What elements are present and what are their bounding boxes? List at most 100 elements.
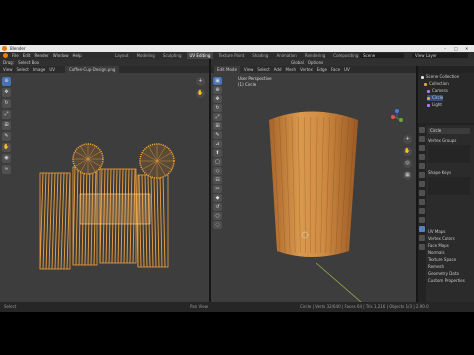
- section-remesh[interactable]: Remesh: [428, 264, 444, 270]
- grid-view-icon[interactable]: ▦: [403, 171, 412, 180]
- section-shape-keys[interactable]: Shape Keys: [428, 170, 451, 176]
- loopcut-icon[interactable]: ⊟: [213, 176, 222, 184]
- tab-uv-editing[interactable]: UV Editing: [186, 52, 214, 59]
- transform-icon[interactable]: ⊞: [213, 122, 222, 130]
- 3d-menu-view[interactable]: View: [244, 66, 254, 73]
- rotate-icon[interactable]: ↻: [213, 104, 222, 112]
- section-geometry-data[interactable]: Geometry Data: [428, 271, 459, 277]
- tab-sculpting[interactable]: Sculpting: [160, 52, 185, 59]
- 3d-menu-face[interactable]: Face: [331, 66, 340, 73]
- tab-layout[interactable]: Layout: [112, 52, 132, 59]
- particles-tab-icon[interactable]: [419, 199, 425, 205]
- shrink-icon[interactable]: ◌: [213, 221, 222, 229]
- section-vertex-groups[interactable]: Vertex Groups: [428, 138, 456, 144]
- tab-modeling[interactable]: Modeling: [134, 52, 158, 59]
- scene-selector[interactable]: Scene: [360, 53, 404, 58]
- transform-orientation[interactable]: Global: [291, 59, 304, 66]
- texture-tab-icon[interactable]: [419, 244, 425, 250]
- select-box-dropdown[interactable]: Select Box: [18, 59, 39, 66]
- annotate-icon[interactable]: ✎: [2, 132, 11, 141]
- 3d-menu-select[interactable]: Select: [257, 66, 269, 73]
- data-tab-icon[interactable]: [419, 226, 425, 232]
- polybuild-icon[interactable]: ◆: [213, 194, 222, 202]
- grab-icon[interactable]: ✋: [2, 143, 11, 152]
- outliner-row[interactable]: Collection: [424, 81, 449, 87]
- scale-icon[interactable]: ⤢: [2, 110, 11, 119]
- physics-tab-icon[interactable]: [419, 208, 425, 214]
- 3d-viewport[interactable]: User Perspective (1) Circle ▣ ⊕ ✥ ↻ ⤢ ⊞ ✎ ⊿ ⬆ ▢ ◇ ⊟…: [211, 73, 416, 302]
- menu-window[interactable]: Window: [53, 52, 69, 59]
- section-texture-space[interactable]: Texture Space: [428, 257, 456, 263]
- object-name-field[interactable]: Circle: [428, 128, 470, 134]
- uv-editor-viewport[interactable]: ⊕ ✥ ↻ ⤢ ⊞ ✎ ✋ ◉ ≈ + ✋: [0, 73, 209, 302]
- inset-icon[interactable]: ▢: [213, 158, 222, 166]
- view-layer-tab-icon[interactable]: [419, 154, 425, 160]
- bevel-icon[interactable]: ◇: [213, 167, 222, 175]
- rotate-icon[interactable]: ↻: [2, 99, 11, 108]
- measure-icon[interactable]: ⊿: [213, 140, 222, 148]
- uv-menu-select[interactable]: Select: [17, 66, 29, 73]
- zoom-icon[interactable]: +: [403, 135, 412, 144]
- vertex-groups-list[interactable]: [428, 145, 470, 163]
- tab-texture-paint[interactable]: Texture Paint: [215, 52, 247, 59]
- outliner-row[interactable]: Scene Collection: [421, 74, 459, 80]
- navigation-gizmo[interactable]: [391, 109, 403, 122]
- menu-help[interactable]: Help: [72, 52, 81, 59]
- uv-menu-image[interactable]: Image: [33, 66, 46, 73]
- extrude-icon[interactable]: ⬆: [213, 149, 222, 157]
- pan-hand-icon[interactable]: ✋: [196, 89, 205, 98]
- tool-tab-icon[interactable]: [419, 127, 425, 133]
- cursor-icon[interactable]: ⊕: [213, 86, 222, 94]
- output-tab-icon[interactable]: [419, 145, 425, 151]
- relax-icon[interactable]: ≈: [2, 165, 11, 174]
- 3d-menu-uv[interactable]: UV: [344, 66, 350, 73]
- view-layer-selector[interactable]: View Layer: [412, 53, 468, 58]
- scene-tab-icon[interactable]: [419, 163, 425, 169]
- move-icon[interactable]: ✥: [213, 95, 222, 103]
- object-tab-icon[interactable]: [419, 181, 425, 187]
- pinch-icon[interactable]: ◉: [2, 154, 11, 163]
- image-name-field[interactable]: Coffee-Cup-Design.png: [65, 66, 120, 73]
- blender-menu-icon[interactable]: [3, 53, 8, 58]
- 3d-menu-edge[interactable]: Edge: [317, 66, 327, 73]
- annotate-icon[interactable]: ✎: [213, 131, 222, 139]
- 3d-menu-vertex[interactable]: Vertex: [300, 66, 313, 73]
- uv-menu-view[interactable]: View: [3, 66, 13, 73]
- scale-icon[interactable]: ⤢: [213, 113, 222, 121]
- transform-icon[interactable]: ⊞: [2, 121, 11, 130]
- select-icon[interactable]: ▣: [213, 77, 222, 85]
- outliner-row[interactable]: Camera: [427, 88, 448, 94]
- menu-edit[interactable]: Edit: [23, 52, 31, 59]
- section-face-maps[interactable]: Face Maps: [428, 243, 449, 249]
- tab-rendering[interactable]: Rendering: [302, 52, 328, 59]
- 3d-scene-canvas[interactable]: [211, 73, 416, 302]
- mode-selector[interactable]: Edit Mode: [214, 66, 240, 73]
- section-normals[interactable]: Normals: [428, 250, 445, 256]
- options-dropdown[interactable]: Options: [308, 59, 323, 66]
- smooth-icon[interactable]: ○: [213, 212, 222, 220]
- minimize-button[interactable]: –: [444, 45, 446, 52]
- 3d-menu-mesh[interactable]: Mesh: [286, 66, 297, 73]
- constraints-tab-icon[interactable]: [419, 217, 425, 223]
- maximize-button[interactable]: □: [454, 45, 458, 52]
- world-tab-icon[interactable]: [419, 172, 425, 178]
- outliner-row[interactable]: Light: [427, 102, 442, 108]
- section-vertex-colors[interactable]: Vertex Colors: [428, 236, 455, 242]
- 3d-menu-add[interactable]: Add: [274, 66, 282, 73]
- menu-render[interactable]: Render: [34, 52, 48, 59]
- pan-hand-icon[interactable]: ✋: [403, 147, 412, 156]
- uv-menu-uv[interactable]: UV: [49, 66, 55, 73]
- outliner[interactable]: Scene Collection Collection Camera Circl…: [418, 73, 474, 123]
- modifier-tab-icon[interactable]: [419, 190, 425, 196]
- camera-view-icon[interactable]: ◎: [403, 159, 412, 168]
- move-icon[interactable]: ✥: [2, 88, 11, 97]
- tab-shading[interactable]: Shading: [249, 52, 271, 59]
- close-button[interactable]: ✕: [465, 45, 468, 52]
- menu-file[interactable]: File: [12, 52, 19, 59]
- properties-panel[interactable]: Circle Vertex Groups Shape Keys UV Maps …: [418, 125, 474, 302]
- cursor-icon[interactable]: ⊕: [2, 77, 11, 86]
- tab-animation[interactable]: Animation: [273, 52, 299, 59]
- outliner-row[interactable]: Circle: [427, 95, 444, 101]
- tab-compositing[interactable]: Compositing: [330, 52, 361, 59]
- uv-mesh-canvas[interactable]: [0, 73, 209, 302]
